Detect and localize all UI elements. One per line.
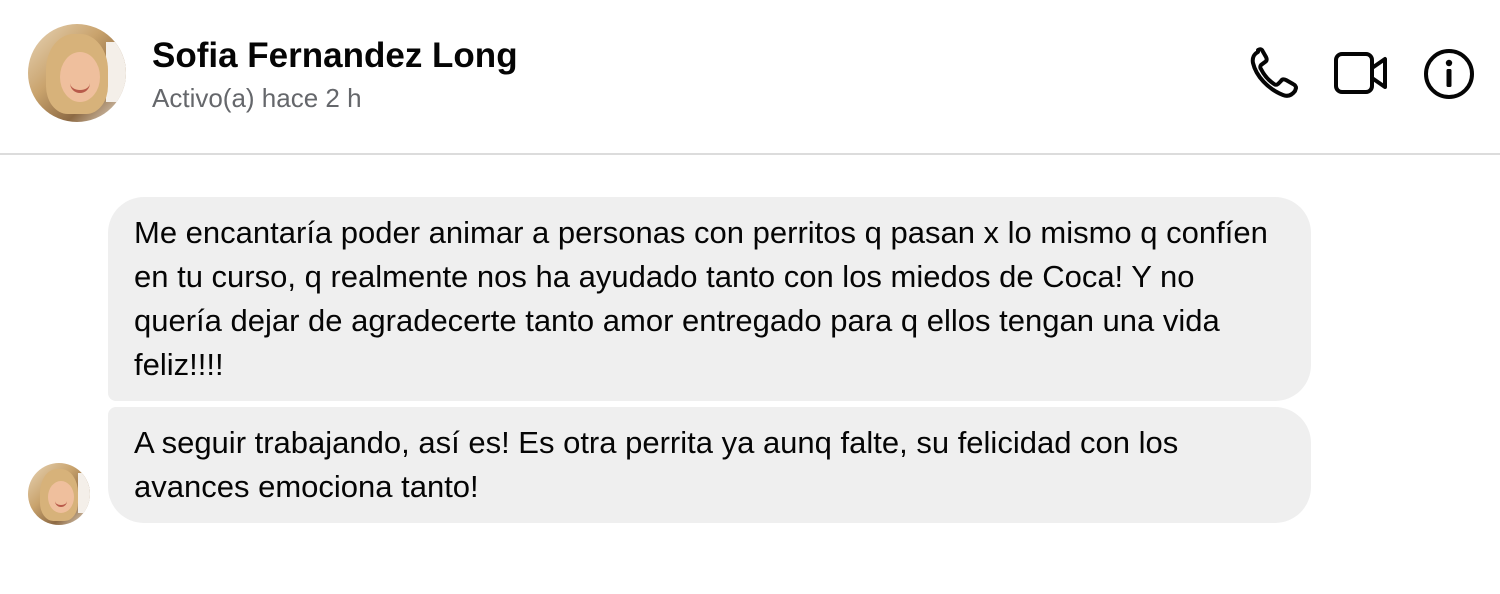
call-button[interactable] — [1244, 44, 1304, 104]
chat-header: Sofia Fernandez Long Activo(a) hace 2 h — [0, 0, 1500, 155]
message-bubble[interactable]: Me encantaría poder animar a personas co… — [108, 197, 1311, 401]
message-text: A seguir trabajando, así es! Es otra per… — [134, 425, 1179, 504]
avatar-background — [78, 473, 90, 513]
contact-name[interactable]: Sofia Fernandez Long — [152, 36, 518, 76]
sender-avatar[interactable] — [28, 463, 90, 525]
video-call-button[interactable] — [1330, 44, 1390, 104]
avatar-background — [106, 42, 126, 102]
message-bubble[interactable]: A seguir trabajando, así es! Es otra per… — [108, 407, 1311, 523]
contact-status: Activo(a) hace 2 h — [152, 83, 362, 113]
video-camera-icon — [1334, 52, 1387, 94]
info-icon — [1424, 49, 1474, 99]
info-button[interactable] — [1418, 44, 1478, 104]
contact-avatar[interactable] — [28, 24, 126, 122]
avatar-face — [48, 481, 74, 513]
message-text: Me encantaría poder animar a personas co… — [134, 215, 1268, 382]
phone-icon — [1250, 47, 1298, 98]
avatar-face — [60, 52, 100, 102]
